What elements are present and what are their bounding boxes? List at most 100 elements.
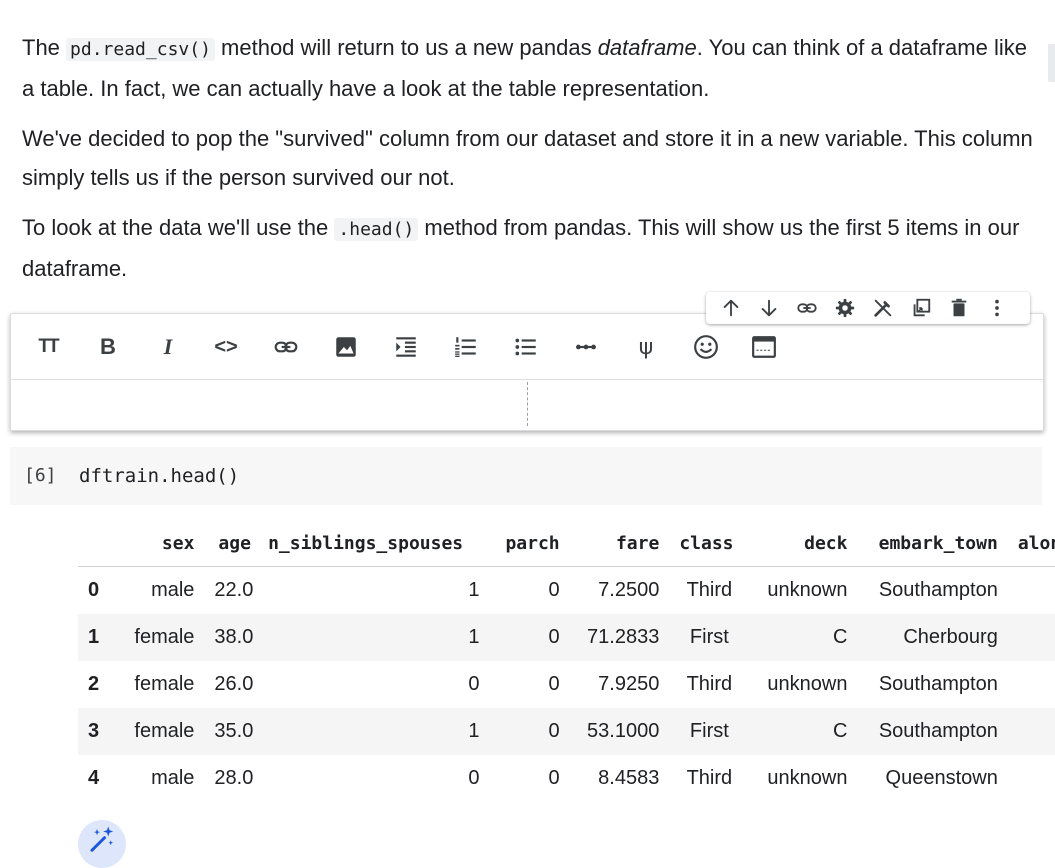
cell-fare: 53.1000 bbox=[569, 708, 670, 755]
cell-parch: 0 bbox=[548, 673, 560, 695]
row-index: 2 bbox=[88, 673, 100, 695]
column-header: embark_town bbox=[857, 520, 1008, 567]
bold-icon: B bbox=[100, 334, 116, 359]
cell-embark-town: Queenstown bbox=[885, 767, 998, 789]
emoji-button[interactable] bbox=[689, 330, 723, 364]
link-icon[interactable] bbox=[788, 293, 826, 323]
row-index: 4 bbox=[88, 767, 100, 789]
cell-deck: unknown bbox=[767, 673, 848, 695]
column-header: alone bbox=[1007, 520, 1055, 567]
mirror-cell-icon[interactable] bbox=[902, 293, 940, 323]
horizontal-rule-button[interactable] bbox=[569, 330, 603, 364]
cell-sex: female bbox=[118, 614, 205, 661]
editor-preview-divider bbox=[527, 382, 528, 426]
inline-code-head: .head() bbox=[334, 218, 419, 241]
paragraph-3: To look at the data we'll use the .head(… bbox=[22, 208, 1042, 288]
cell-fare: 7.2500 bbox=[598, 579, 660, 601]
p1-text-b: method will return to us a new pandas bbox=[214, 35, 598, 60]
cell-sex: male bbox=[151, 579, 195, 601]
column-header: age bbox=[204, 520, 269, 567]
cell-alone bbox=[1007, 708, 1055, 755]
cell-deck: C bbox=[749, 614, 858, 661]
code-icon: <> bbox=[214, 335, 238, 358]
cell-fare: 8.4583 bbox=[598, 767, 660, 789]
cell-sex: female bbox=[134, 673, 195, 695]
cell-alone bbox=[1008, 755, 1055, 802]
markdown-text-cell[interactable]: The pd.read_csv() method will return to … bbox=[22, 28, 1042, 299]
cell-age: 28.0 bbox=[214, 767, 254, 789]
cell-siblings: 1 bbox=[468, 579, 480, 601]
cell-class: First bbox=[669, 708, 750, 755]
cell-sex: female bbox=[118, 708, 205, 755]
preview-layout-button[interactable] bbox=[747, 330, 781, 364]
italic-button[interactable]: I bbox=[151, 330, 185, 364]
cell-alone bbox=[1008, 661, 1055, 708]
emoji-icon bbox=[694, 335, 718, 359]
arrow-up-icon[interactable] bbox=[712, 293, 750, 323]
cell-deck: unknown bbox=[767, 767, 848, 789]
indent-icon bbox=[396, 337, 416, 357]
execution-count[interactable]: [6] bbox=[24, 465, 57, 486]
cell-age: 38.0 bbox=[204, 614, 269, 661]
run-status-mark bbox=[0, 466, 3, 506]
cell-embark-town: Southampton bbox=[878, 579, 998, 601]
column-header: n_siblings_spouses bbox=[268, 520, 490, 567]
code-cell[interactable]: [6] dftrain.head() bbox=[10, 447, 1042, 505]
cell-age: 35.0 bbox=[204, 708, 269, 755]
horizontal-rule-icon bbox=[576, 344, 596, 350]
table-header-row: sex age n_siblings_spouses parch fare cl… bbox=[78, 520, 1055, 567]
latex-button[interactable]: ψ bbox=[629, 330, 663, 364]
column-header: class bbox=[669, 520, 750, 567]
heading-button[interactable]: TT bbox=[31, 330, 65, 364]
heading-icon: TT bbox=[38, 336, 59, 357]
column-header: parch bbox=[489, 520, 570, 567]
row-index: 0 bbox=[88, 579, 100, 601]
cell-class: Third bbox=[686, 767, 733, 789]
bold-button[interactable]: B bbox=[91, 330, 125, 364]
table-row: 2 female 26.0 0 0 7.9250 Third unknown S… bbox=[78, 661, 1055, 708]
paragraph-1: The pd.read_csv() method will return to … bbox=[22, 28, 1042, 108]
numbered-list-button[interactable] bbox=[449, 330, 483, 364]
more-vert-icon[interactable] bbox=[978, 293, 1016, 323]
p3-text-a: To look at the data we'll use the bbox=[22, 215, 335, 240]
p1-text-a: The bbox=[22, 35, 67, 60]
indent-button[interactable] bbox=[389, 330, 423, 364]
cell-fare: 71.2833 bbox=[569, 614, 670, 661]
scrollbar-stub[interactable] bbox=[1048, 44, 1055, 82]
delete-icon[interactable] bbox=[940, 293, 978, 323]
link-button[interactable] bbox=[269, 330, 303, 364]
numbered-list-icon bbox=[455, 337, 476, 357]
generate-magic-button[interactable] bbox=[78, 820, 126, 868]
code-line[interactable]: dftrain.head() bbox=[79, 465, 239, 487]
column-header: sex bbox=[118, 520, 205, 567]
cell-embark-town: Cherbourg bbox=[857, 614, 1008, 661]
dataframe-output: sex age n_siblings_spouses parch fare cl… bbox=[78, 520, 1055, 802]
psi-icon: ψ bbox=[638, 334, 654, 360]
cell-age: 22.0 bbox=[214, 579, 254, 601]
bullet-list-icon bbox=[515, 338, 536, 356]
edit-off-icon[interactable] bbox=[864, 293, 902, 323]
format-toolbar: TT B I <> ψ bbox=[11, 324, 1043, 364]
cell-parch: 0 bbox=[489, 708, 570, 755]
cell-deck: C bbox=[749, 708, 858, 755]
cell-class: Third bbox=[686, 673, 733, 695]
cell-class: First bbox=[669, 614, 750, 661]
cell-siblings: 0 bbox=[468, 767, 480, 789]
cell-deck: unknown bbox=[767, 579, 848, 601]
markdown-editor[interactable]: TT B I <> ψ bbox=[10, 313, 1044, 431]
gear-icon[interactable] bbox=[826, 293, 864, 323]
code-button[interactable]: <> bbox=[209, 330, 243, 364]
cell-sex: male bbox=[151, 767, 195, 789]
cell-parch: 0 bbox=[548, 579, 560, 601]
cell-alone bbox=[1008, 567, 1055, 615]
column-header: fare bbox=[569, 520, 670, 567]
bullet-list-button[interactable] bbox=[509, 330, 543, 364]
cell-age: 26.0 bbox=[214, 673, 254, 695]
cell-embark-town: Southampton bbox=[878, 673, 998, 695]
cell-siblings: 1 bbox=[268, 708, 490, 755]
image-button[interactable] bbox=[329, 330, 363, 364]
editor-body[interactable] bbox=[11, 379, 1043, 430]
cell-parch: 0 bbox=[548, 767, 560, 789]
cell-toolbar bbox=[706, 292, 1030, 324]
arrow-down-icon[interactable] bbox=[750, 293, 788, 323]
